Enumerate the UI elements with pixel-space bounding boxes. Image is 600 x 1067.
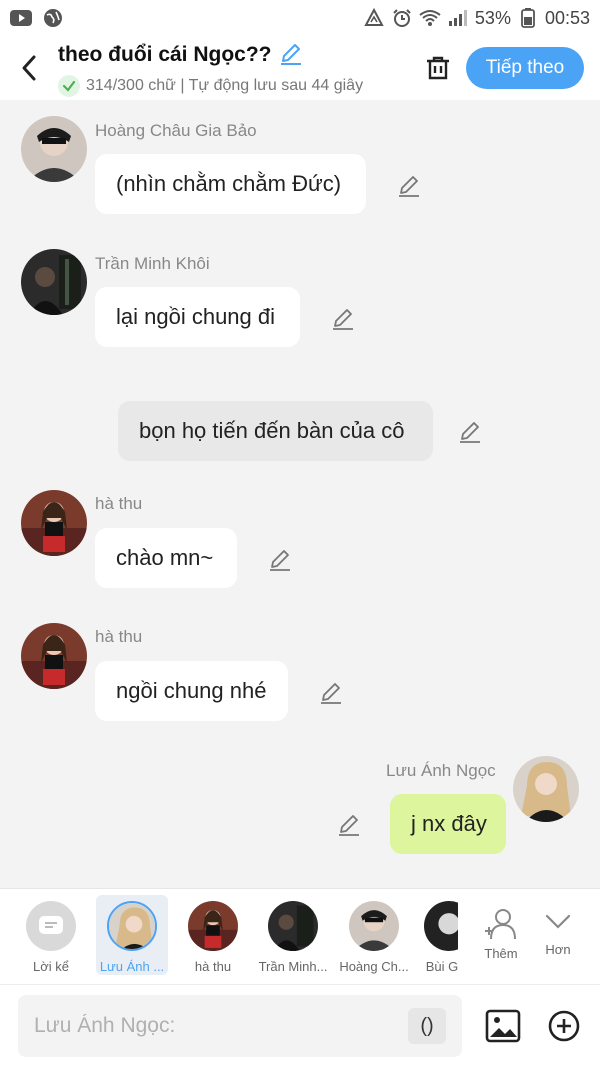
signal-icon	[447, 7, 469, 29]
chevron-down-icon	[545, 914, 571, 929]
word-count-autosave: 314/300 chữ | Tự động lưu sau 44 giây	[86, 76, 364, 94]
self-message-bubble[interactable]: j nx đây	[390, 794, 506, 854]
avatar[interactable]	[513, 756, 579, 822]
clock: 00:53	[544, 7, 590, 28]
avatar	[188, 901, 238, 951]
sender-name: Lưu Ánh Ngọc	[386, 761, 496, 780]
editor-header: theo đuổi cái Ngọc?? 314/300 chữ | Tự độ…	[0, 36, 600, 100]
character-label: hà thu	[194, 959, 232, 974]
data-saver-icon	[363, 7, 385, 29]
character-label: Hoàng Ch...	[339, 959, 409, 974]
narration-icon	[26, 901, 76, 951]
avatar	[107, 901, 157, 951]
add-user-icon	[485, 909, 516, 940]
sender-name: Hoàng Châu Gia Bảo	[95, 121, 257, 140]
pencil-icon[interactable]	[457, 418, 483, 444]
next-button[interactable]: Tiếp theo	[466, 47, 584, 89]
pencil-icon[interactable]	[396, 172, 422, 198]
narrator-option[interactable]: Lời kể	[15, 895, 87, 975]
avatar	[268, 901, 318, 951]
character-option[interactable]: hà thu	[177, 895, 249, 975]
image-icon	[485, 1009, 521, 1043]
status-bar: 53% 00:53	[0, 0, 600, 36]
pencil-icon[interactable]	[330, 305, 356, 331]
avatar[interactable]	[21, 116, 87, 182]
pencil-icon[interactable]	[318, 679, 344, 705]
chevron-left-icon	[22, 55, 36, 81]
trash-icon	[427, 56, 449, 80]
message-input[interactable]	[18, 995, 388, 1057]
pencil-icon[interactable]	[267, 546, 293, 572]
message-bubble[interactable]: chào mn~	[95, 528, 237, 588]
youtube-icon	[10, 7, 32, 29]
more-label: Hơn	[545, 942, 571, 957]
message-input-box: ()	[18, 995, 462, 1057]
title-block: theo đuổi cái Ngọc?? 314/300 chữ | Tự độ…	[58, 40, 410, 97]
character-option-selected[interactable]: Lưu Ánh ...	[96, 895, 168, 975]
delete-button[interactable]	[410, 36, 466, 100]
image-button[interactable]	[485, 1009, 521, 1045]
check-icon	[58, 74, 80, 97]
add-button[interactable]	[547, 1009, 581, 1043]
alarm-icon	[391, 7, 413, 29]
sender-name: hà thu	[95, 627, 143, 646]
avatar	[349, 901, 399, 951]
composer: ()	[0, 984, 600, 1067]
message-bubble[interactable]: (nhìn chằm chằm Đức)	[95, 154, 366, 214]
plus-circle-icon	[548, 1010, 580, 1042]
character-label: Lời kể	[33, 959, 69, 974]
character-option[interactable]: Hoàng Ch...	[338, 895, 410, 975]
character-option[interactable]: Trần Minh...	[257, 895, 329, 975]
avatar	[424, 901, 458, 951]
chat-area: Hoàng Châu Gia Bảo (nhìn chằm chằm Đức) …	[0, 100, 600, 888]
back-button[interactable]	[0, 36, 58, 100]
character-option[interactable]: Bùi G	[418, 895, 458, 975]
save-status: 314/300 chữ | Tự động lưu sau 44 giây	[58, 74, 388, 97]
character-selector: Lời kể Lưu Ánh ... hà thu Trần Minh... H…	[0, 888, 600, 984]
more-button[interactable]: Hơn	[523, 895, 593, 975]
story-title: theo đuổi cái Ngọc??	[58, 43, 272, 66]
sender-name: hà thu	[95, 494, 143, 513]
avatar[interactable]	[21, 490, 87, 556]
message-bubble[interactable]: lại ngồi chung đi	[95, 287, 300, 347]
character-label: Lưu Ánh ...	[99, 959, 165, 974]
battery-icon	[517, 7, 539, 29]
pencil-icon[interactable]	[336, 811, 362, 837]
narration-bubble[interactable]: bọn họ tiến đến bàn của cô	[118, 401, 433, 461]
character-label: Bùi G	[425, 959, 458, 974]
pencil-icon	[280, 43, 301, 65]
sender-name: Trần Minh Khôi	[95, 254, 210, 273]
avatar[interactable]	[21, 623, 87, 689]
parentheses-button[interactable]: ()	[408, 1008, 446, 1044]
avatar[interactable]	[21, 249, 87, 315]
battery-percent: 53%	[474, 7, 511, 28]
wifi-icon	[419, 7, 441, 29]
edit-title-button[interactable]	[278, 40, 304, 71]
add-label: Thêm	[484, 946, 518, 961]
globe-icon	[42, 7, 64, 29]
character-label: Trần Minh...	[258, 959, 328, 974]
message-bubble[interactable]: ngồi chung nhé	[95, 661, 288, 721]
